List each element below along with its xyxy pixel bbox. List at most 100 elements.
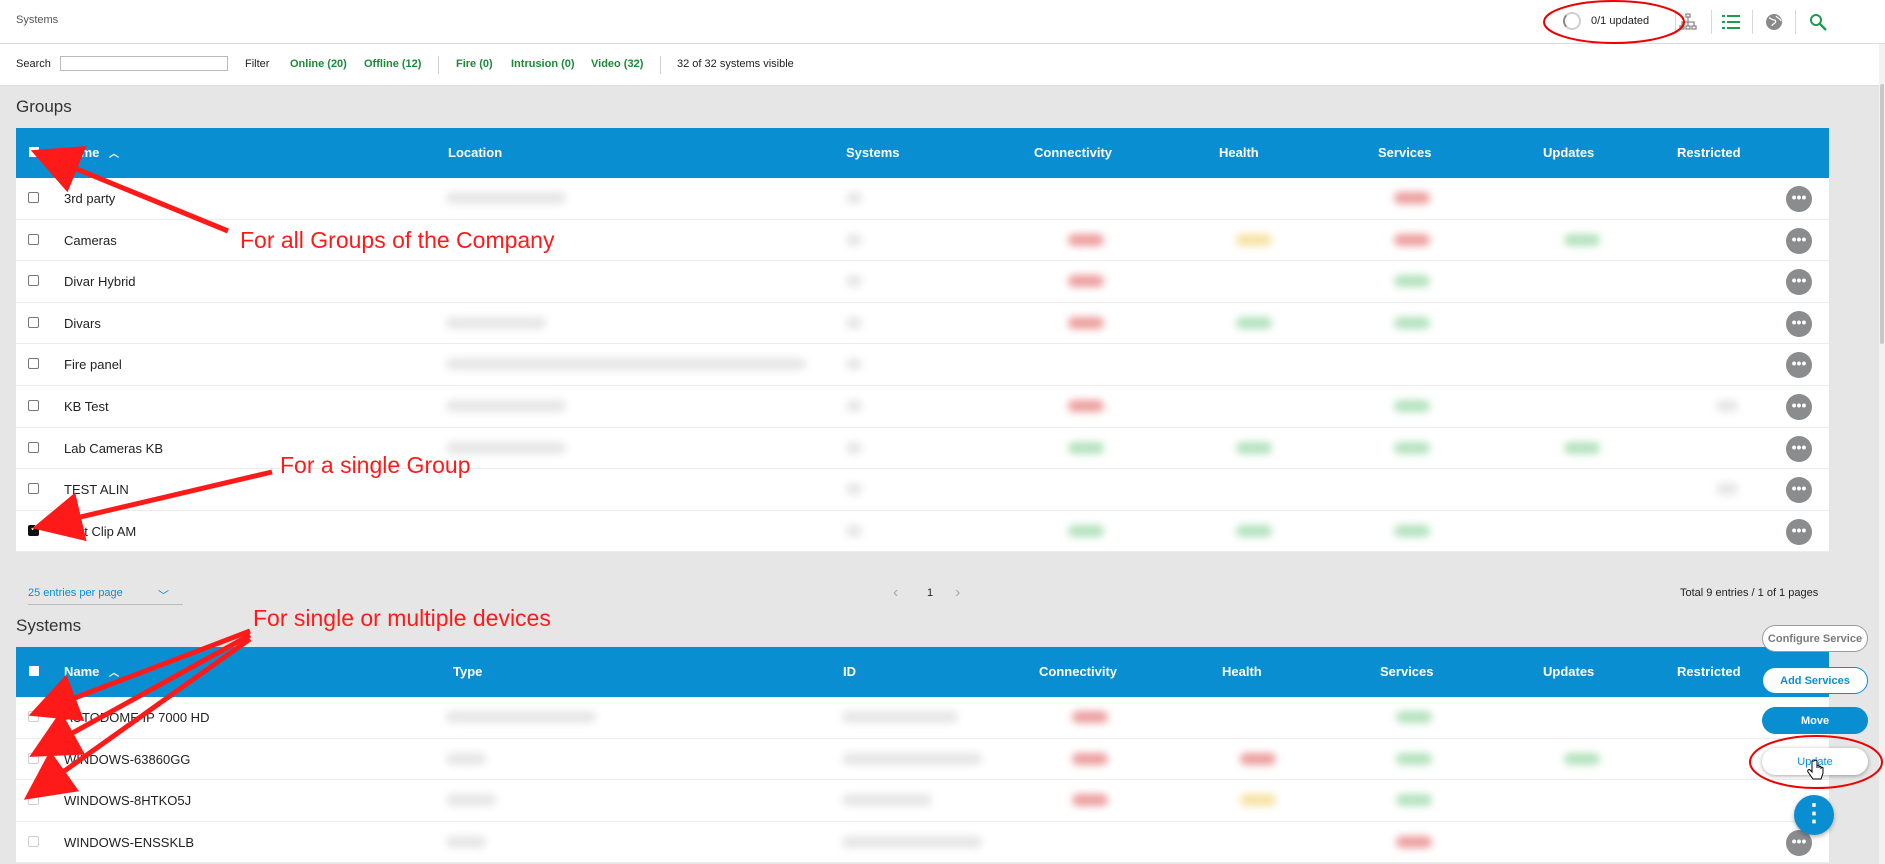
column-connectivity[interactable]: Connectivity	[1034, 145, 1112, 160]
group-name[interactable]: Divar Hybrid	[64, 274, 136, 289]
column-name[interactable]: Name ︿	[64, 664, 119, 679]
select-all-systems-checkbox[interactable]	[29, 666, 39, 676]
group-name[interactable]: TEST ALIN	[64, 482, 129, 497]
column-restricted[interactable]: Restricted	[1677, 145, 1741, 160]
filter-offline[interactable]: Offline (12)	[364, 58, 421, 70]
table-row[interactable]: WINDOWS-63860GG	[16, 739, 1829, 781]
row-more-button[interactable]: •••	[1786, 393, 1812, 420]
column-services[interactable]: Services	[1380, 664, 1434, 679]
group-name[interactable]: Cameras	[64, 233, 117, 248]
search-label: Search	[16, 58, 51, 70]
group-name[interactable]: Lab Cameras KB	[64, 441, 163, 456]
table-row[interactable]: WINDOWS-8HTKO5J	[16, 780, 1829, 822]
table-row[interactable]: Divars •••	[16, 303, 1829, 345]
column-updates[interactable]: Updates	[1543, 664, 1594, 679]
annotation-devices: For single or multiple devices	[253, 605, 551, 631]
update-status-label: 0/1 updated	[1591, 15, 1650, 27]
configure-service-button[interactable]: Configure Service	[1762, 625, 1868, 652]
column-type[interactable]: Type	[453, 664, 482, 679]
groups-table-header: Name ︿ Location Systems Connectivity Hea…	[16, 128, 1829, 178]
row-checkbox[interactable]	[28, 275, 39, 287]
row-checkbox[interactable]	[28, 752, 39, 764]
row-checkbox[interactable]	[28, 399, 39, 411]
column-id[interactable]: ID	[843, 664, 856, 679]
row-more-button[interactable]: •••	[1786, 518, 1812, 545]
hierarchy-icon[interactable]	[1678, 12, 1698, 32]
system-name[interactable]: WINDOWS-ENSSKLB	[64, 835, 194, 850]
divider	[1752, 10, 1753, 34]
group-name[interactable]: Fire panel	[64, 357, 122, 372]
table-row[interactable]: 3rd party •••	[16, 178, 1829, 220]
column-name[interactable]: Name ︿	[64, 145, 119, 160]
list-view-icon[interactable]	[1721, 12, 1741, 32]
annotation-all-groups: For all Groups of the Company	[240, 227, 555, 253]
column-systems[interactable]: Systems	[846, 145, 899, 160]
visible-count: 32 of 32 systems visible	[677, 58, 794, 70]
prev-page-button[interactable]: ‹	[893, 584, 898, 602]
table-row[interactable]: Divar Hybrid •••	[16, 261, 1829, 303]
more-actions-button[interactable]: ⋮	[1794, 795, 1834, 835]
group-name[interactable]: Test Clip AM	[64, 524, 136, 539]
row-checkbox[interactable]	[28, 835, 39, 847]
search-icon[interactable]	[1808, 12, 1828, 32]
systems-title: Systems	[16, 616, 82, 635]
group-name[interactable]: KB Test	[64, 399, 109, 414]
system-name[interactable]: WINDOWS-63860GG	[64, 752, 190, 767]
filter-intrusion[interactable]: Intrusion (0)	[511, 58, 575, 70]
loading-spinner-icon	[1563, 12, 1581, 30]
row-checkbox[interactable]	[28, 794, 39, 806]
row-more-button[interactable]: •••	[1786, 186, 1812, 212]
row-checkbox[interactable]	[28, 523, 39, 536]
divider	[1795, 10, 1796, 34]
column-connectivity[interactable]: Connectivity	[1039, 664, 1117, 679]
row-checkbox[interactable]	[28, 358, 39, 370]
chevron-down-icon: ﹀	[158, 590, 169, 602]
divider	[438, 56, 439, 74]
group-name[interactable]: Divars	[64, 316, 101, 331]
row-checkbox[interactable]	[28, 711, 39, 722]
column-location[interactable]: Location	[448, 145, 502, 160]
row-more-button[interactable]: •••	[1786, 227, 1812, 254]
per-page-select[interactable]: 25 entries per page ﹀	[28, 587, 183, 605]
row-checkbox[interactable]	[28, 233, 39, 245]
filter-fire[interactable]: Fire (0)	[456, 58, 493, 70]
next-page-button[interactable]: ›	[955, 584, 960, 602]
systems-table-header: Name ︿ Type ID Connectivity Health Servi…	[16, 647, 1829, 697]
update-status[interactable]: 0/1 updated	[1563, 10, 1649, 32]
table-row[interactable]: Fire panel •••	[16, 344, 1829, 386]
row-more-button[interactable]: •••	[1786, 477, 1812, 504]
column-services[interactable]: Services	[1378, 145, 1432, 160]
row-more-button[interactable]: •••	[1786, 435, 1812, 462]
column-health[interactable]: Health	[1222, 664, 1262, 679]
row-checkbox[interactable]	[28, 483, 39, 495]
system-name[interactable]: WINDOWS-8HTKO5J	[64, 793, 191, 808]
table-row[interactable]: Test Clip AM •••	[16, 511, 1829, 553]
table-row[interactable]: AUTODOME IP 7000 HD	[16, 697, 1829, 739]
row-checkbox[interactable]	[28, 192, 39, 203]
row-more-button[interactable]: •••	[1786, 269, 1812, 296]
system-name[interactable]: AUTODOME IP 7000 HD	[64, 710, 209, 725]
column-updates[interactable]: Updates	[1543, 145, 1594, 160]
search-input[interactable]	[60, 56, 228, 71]
filter-online[interactable]: Online (20)	[290, 58, 347, 70]
page-scrollbar[interactable]	[1879, 44, 1885, 864]
add-services-button[interactable]: Add Services	[1762, 667, 1868, 694]
top-header: Systems 0/1 updated	[0, 0, 1885, 44]
table-row[interactable]: WINDOWS-ENSSKLB •••	[16, 822, 1829, 864]
move-button[interactable]: Move	[1762, 707, 1868, 734]
row-checkbox[interactable]	[28, 441, 39, 453]
page-number[interactable]: 1	[927, 587, 933, 599]
column-restricted[interactable]: Restricted	[1677, 664, 1741, 679]
row-more-button[interactable]: •••	[1786, 352, 1812, 379]
filter-video[interactable]: Video (32)	[591, 58, 643, 70]
page-title: Systems	[16, 14, 59, 26]
groups-table: Name ︿ Location Systems Connectivity Hea…	[16, 128, 1829, 553]
select-all-groups-checkbox[interactable]	[29, 147, 39, 157]
row-more-button[interactable]: •••	[1786, 310, 1812, 337]
row-checkbox[interactable]	[28, 316, 39, 328]
table-row[interactable]: KB Test •••	[16, 386, 1829, 428]
column-health[interactable]: Health	[1219, 145, 1259, 160]
globe-map-icon[interactable]	[1764, 12, 1784, 32]
scrollbar-thumb[interactable]	[1880, 84, 1884, 344]
group-name[interactable]: 3rd party	[64, 191, 115, 206]
